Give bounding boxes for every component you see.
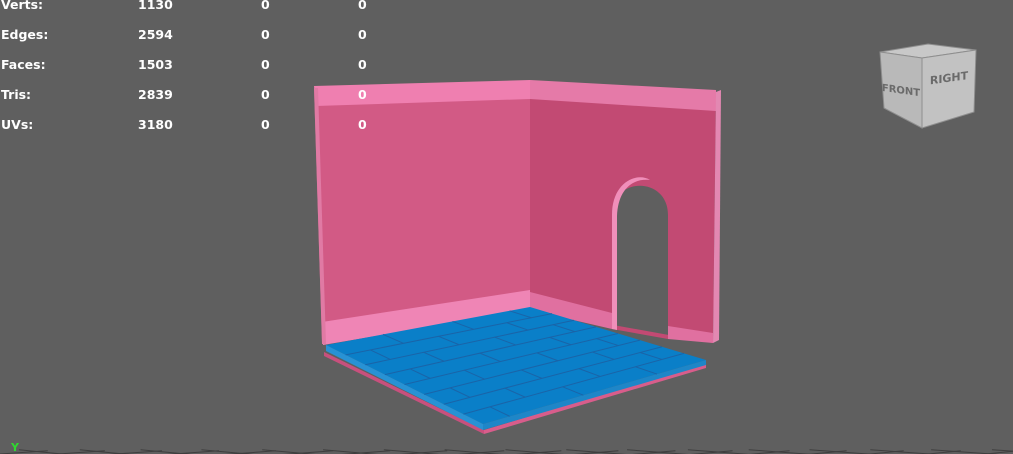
arch-reveal: [612, 177, 650, 330]
hud-value: 2839: [138, 87, 173, 102]
hud-value: 0: [358, 87, 367, 102]
hud-value: 0: [261, 87, 270, 102]
hud-label: Verts:: [1, 0, 44, 12]
grid-line: [140, 449, 192, 454]
hud-value: 0: [358, 0, 367, 12]
y-axis-indicator: Y: [11, 441, 19, 454]
viewcube-right-face[interactable]: [921, 49, 977, 129]
hud-value: 0: [358, 57, 367, 72]
hud-label: Edges:: [1, 27, 49, 42]
hud-value: 0: [261, 27, 270, 42]
hud-label: Tris:: [1, 87, 32, 102]
hud-value: 3180: [138, 117, 173, 132]
hud-value: 0: [358, 27, 367, 42]
hud-value: 1130: [138, 0, 173, 12]
hud-value: 0: [261, 57, 270, 72]
viewcube[interactable]: FRONT RIGHT: [876, 40, 980, 132]
hud-value: 0: [358, 117, 367, 132]
hud-value: 2594: [138, 27, 173, 42]
hud-label: Faces:: [1, 57, 46, 72]
hud-value: 0: [261, 0, 270, 12]
ground-grid: [0, 449, 1013, 454]
hud-row: Verts: 1130 0 0: [0, 0, 420, 14]
hud-row: UVs: 3180 0 0: [0, 116, 420, 134]
hud-value: 0: [261, 117, 270, 132]
hud-row: Faces: 1503 0 0: [0, 56, 420, 74]
3d-viewport[interactable]: Verts: 1130 0 0 Edges: 2594 0 0 Faces: 1503 0 0 Tris…: [0, 0, 1013, 454]
hud-label: UVs:: [1, 117, 34, 132]
hud-row: Edges: 2594 0 0: [0, 26, 420, 44]
hud-row: Tris: 2839 0 0: [0, 86, 420, 104]
hud-value: 1503: [138, 57, 173, 72]
